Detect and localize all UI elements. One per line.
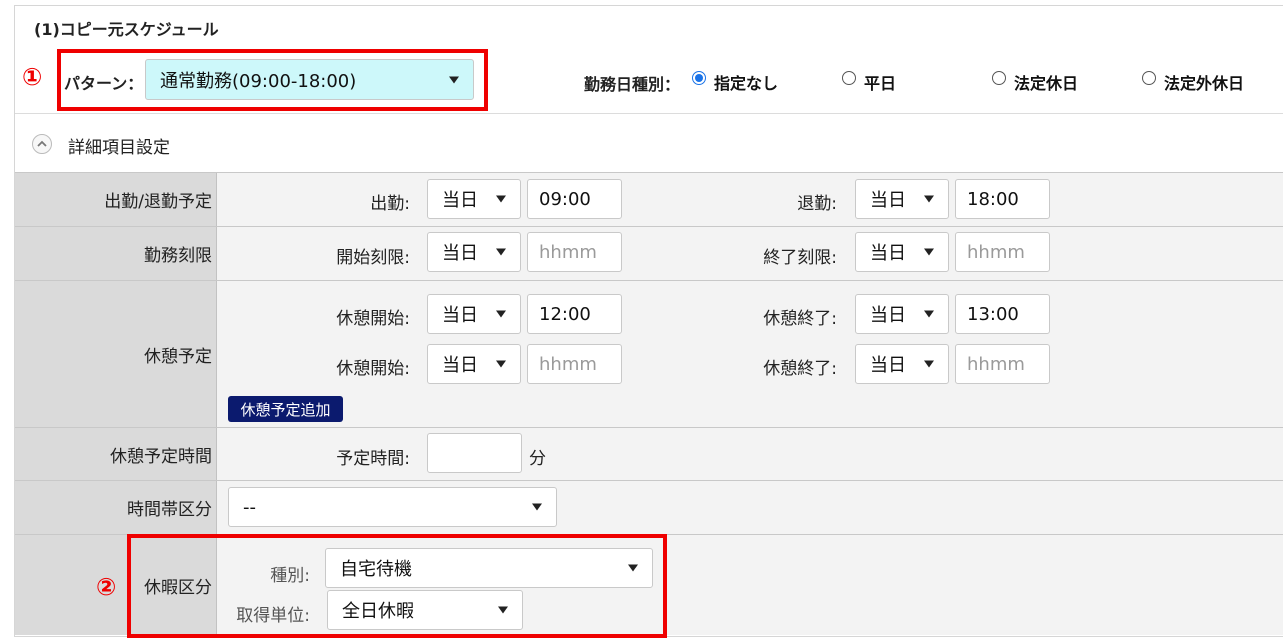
in-day-select[interactable]: 当日 bbox=[427, 179, 521, 219]
break-start1-label: 休憩開始: bbox=[336, 309, 410, 329]
break-end2-day-select[interactable]: 当日 bbox=[855, 344, 949, 384]
row-header-text: 時間帯区分 bbox=[127, 500, 212, 520]
marker-one: ① bbox=[22, 63, 43, 91]
break-time-unit: 分 bbox=[529, 449, 546, 469]
chevron-up-icon bbox=[37, 140, 47, 147]
start-limit-day-select[interactable]: 当日 bbox=[427, 232, 521, 272]
row-header-attendance: 出勤/退勤予定 bbox=[15, 173, 217, 226]
row-header-text: 休憩予定 bbox=[144, 346, 212, 367]
break-end2-label: 休憩終了: bbox=[763, 359, 837, 379]
out-time-input[interactable]: 18:00 bbox=[955, 179, 1050, 219]
row-header-timezone: 時間帯区分 bbox=[15, 481, 217, 534]
break-end2-input[interactable]: hhmm bbox=[955, 344, 1050, 384]
break-end1-input[interactable]: 13:00 bbox=[955, 294, 1050, 334]
chevron-down-icon bbox=[532, 503, 542, 511]
out-day-value: 当日 bbox=[870, 190, 906, 211]
daytype-radio-weekday[interactable] bbox=[842, 71, 856, 85]
daytype-radio-nonlegal-holiday[interactable] bbox=[1142, 71, 1156, 85]
highlight-box-pattern bbox=[57, 49, 488, 111]
highlight-box-leave bbox=[127, 534, 667, 638]
row-header-text: 勤務刻限 bbox=[144, 246, 212, 266]
daytype-option-none: 指定なし bbox=[714, 74, 779, 93]
row-header-text: 出勤/退勤予定 bbox=[104, 192, 212, 212]
break-start1-day-value: 当日 bbox=[442, 305, 478, 326]
break-end1-day-value: 当日 bbox=[870, 305, 906, 326]
daytype-radio-none[interactable] bbox=[692, 71, 706, 85]
row-header-limit: 勤務刻限 bbox=[15, 227, 217, 280]
break-time-input[interactable] bbox=[427, 433, 522, 473]
daytype-option-nonlegal-holiday: 法定外休日 bbox=[1164, 74, 1245, 93]
chevron-down-icon bbox=[496, 310, 506, 318]
divider bbox=[15, 113, 1283, 114]
end-limit-label: 終了刻限: bbox=[763, 248, 837, 268]
add-break-button[interactable]: 休憩予定追加 bbox=[228, 396, 343, 422]
chevron-down-icon bbox=[496, 195, 506, 203]
out-day-select[interactable]: 当日 bbox=[855, 179, 949, 219]
timezone-select[interactable]: -- bbox=[228, 487, 557, 527]
in-day-value: 当日 bbox=[442, 190, 478, 211]
timezone-value: -- bbox=[243, 496, 256, 518]
chevron-down-icon bbox=[496, 360, 506, 368]
daytype-option-weekday: 平日 bbox=[864, 74, 897, 93]
chevron-down-icon bbox=[924, 195, 934, 203]
break-end2-day-value: 当日 bbox=[870, 355, 906, 376]
break-start1-input[interactable]: 12:00 bbox=[527, 294, 622, 334]
section-title: (1)コピー元スケジュール bbox=[34, 20, 219, 39]
end-limit-day-select[interactable]: 当日 bbox=[855, 232, 949, 272]
break-start2-day-value: 当日 bbox=[442, 355, 478, 376]
break-time-label: 予定時間: bbox=[336, 449, 410, 469]
chevron-down-icon bbox=[924, 310, 934, 318]
start-limit-day-value: 当日 bbox=[442, 243, 478, 264]
marker-two: ② bbox=[96, 573, 117, 601]
chevron-down-icon bbox=[924, 248, 934, 256]
break-start2-day-select[interactable]: 当日 bbox=[427, 344, 521, 384]
end-limit-input[interactable]: hhmm bbox=[955, 232, 1050, 272]
chevron-down-icon bbox=[496, 248, 506, 256]
end-limit-day-value: 当日 bbox=[870, 243, 906, 264]
break-start2-label: 休憩開始: bbox=[336, 359, 410, 379]
in-time-input[interactable]: 09:00 bbox=[527, 179, 622, 219]
start-limit-label: 開始刻限: bbox=[336, 248, 410, 268]
row-header-text: 休憩予定時間 bbox=[110, 446, 212, 467]
collapse-toggle[interactable] bbox=[32, 134, 52, 154]
break-end1-label: 休憩終了: bbox=[763, 309, 837, 329]
break-start1-day-select[interactable]: 当日 bbox=[427, 294, 521, 334]
detail-toggle-label[interactable]: 詳細項目設定 bbox=[68, 133, 170, 158]
row-header-break-time: 休憩予定時間 bbox=[15, 428, 217, 480]
in-label: 出勤: bbox=[370, 194, 410, 214]
row-header-break: 休憩予定 bbox=[15, 281, 217, 427]
daytype-radio-legal-holiday[interactable] bbox=[992, 71, 1006, 85]
out-label: 退勤: bbox=[797, 194, 837, 214]
daytype-label: 勤務日種別： bbox=[584, 75, 681, 94]
break-start2-input[interactable]: hhmm bbox=[527, 344, 622, 384]
start-limit-input[interactable]: hhmm bbox=[527, 232, 622, 272]
chevron-down-icon bbox=[924, 360, 934, 368]
daytype-option-legal-holiday: 法定休日 bbox=[1014, 74, 1079, 93]
break-end1-day-select[interactable]: 当日 bbox=[855, 294, 949, 334]
